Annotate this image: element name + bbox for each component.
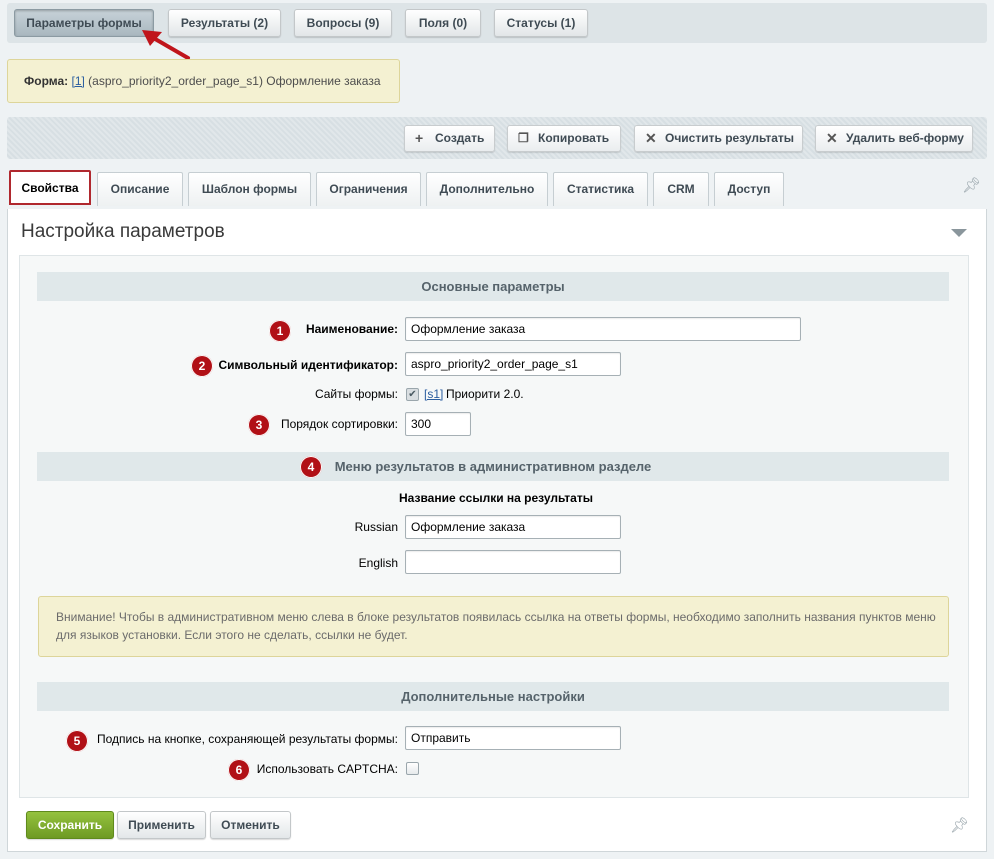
captcha-label: Использовать CAPTCHA: xyxy=(256,762,398,776)
sort-input[interactable] xyxy=(405,412,471,436)
marker-6: 6 xyxy=(228,759,250,781)
tab-form-template[interactable]: Шаблон формы xyxy=(188,172,311,206)
x-icon: ✕ xyxy=(645,130,657,146)
warning-line-2: для языков установки. Если этого не сдел… xyxy=(56,628,408,642)
panel-title: Настройка параметров xyxy=(21,221,225,242)
form-info-box: Форма: [1] (aspro_priority2_order_page_s… xyxy=(7,59,400,103)
tab-form-params[interactable]: Параметры формы xyxy=(14,9,154,37)
triangle-down-icon[interactable] xyxy=(951,229,967,237)
form-id-link[interactable]: [1] xyxy=(71,74,84,88)
marker-1: 1 xyxy=(269,320,291,342)
marker-2: 2 xyxy=(191,355,213,377)
warning-line-1: Внимание! Чтобы в административном меню … xyxy=(56,610,936,624)
captcha-checkbox[interactable] xyxy=(406,762,419,775)
sort-label: Порядок сортировки: xyxy=(280,417,398,431)
tab-fields[interactable]: Поля (0) xyxy=(405,9,481,37)
sites-label: Сайты формы: xyxy=(314,387,398,401)
pin-icon[interactable]: 📌︎ xyxy=(962,176,981,194)
tab-access[interactable]: Доступ xyxy=(714,172,784,206)
create-button[interactable]: + Создать xyxy=(404,125,495,152)
apply-button[interactable]: Применить xyxy=(117,811,206,839)
tab-description[interactable]: Описание xyxy=(97,172,183,206)
create-label: Создать xyxy=(435,131,485,145)
sid-label: Символьный идентификатор: xyxy=(218,358,398,372)
english-label: English xyxy=(358,556,398,570)
delete-form-button[interactable]: ✕ Удалить веб-форму xyxy=(815,125,973,152)
name-input[interactable] xyxy=(405,317,801,341)
plus-icon: + xyxy=(415,130,424,146)
button-caption-input[interactable] xyxy=(405,726,621,750)
section-main-params: Основные параметры xyxy=(37,272,949,301)
site-name: Приорити 2.0. xyxy=(446,387,524,401)
site-s1-checkbox[interactable]: ✔ xyxy=(406,388,419,401)
results-link-title: Название ссылки на результаты xyxy=(399,491,593,505)
sid-input[interactable] xyxy=(405,352,621,376)
copy-label: Копировать xyxy=(538,131,610,145)
button-caption-label: Подпись на кнопке, сохраняющей результат… xyxy=(97,732,398,746)
tab-questions[interactable]: Вопросы (9) xyxy=(294,9,392,37)
marker-5: 5 xyxy=(66,730,88,752)
section-extra-settings: Дополнительные настройки xyxy=(37,682,949,711)
copy-icon: ❐ xyxy=(518,131,529,145)
tab-additional[interactable]: Дополнительно xyxy=(426,172,548,206)
form-info-prefix: Форма: xyxy=(24,74,69,88)
clear-results-button[interactable]: ✕ Очистить результаты xyxy=(634,125,803,152)
x-icon: ✕ xyxy=(826,130,838,146)
cancel-button[interactable]: Отменить xyxy=(210,811,291,839)
tab-statuses[interactable]: Статусы (1) xyxy=(494,9,588,37)
warning-note: Внимание! Чтобы в административном меню … xyxy=(38,596,949,657)
marker-3: 3 xyxy=(248,414,270,436)
tab-restrictions[interactable]: Ограничения xyxy=(316,172,421,206)
tab-crm[interactable]: CRM xyxy=(653,172,709,206)
marker-4: 4 xyxy=(300,456,322,478)
clear-results-label: Очистить результаты xyxy=(665,131,794,145)
russian-link-input[interactable] xyxy=(405,515,621,539)
copy-button[interactable]: ❐ Копировать xyxy=(507,125,621,152)
delete-form-label: Удалить веб-форму xyxy=(846,131,964,145)
russian-label: Russian xyxy=(354,520,398,534)
save-button[interactable]: Сохранить xyxy=(26,811,114,839)
form-info-text: (aspro_priority2_order_page_s1) Оформлен… xyxy=(88,74,381,88)
tab-properties[interactable]: Свойства xyxy=(9,170,91,205)
site-s1-link[interactable]: [s1] xyxy=(424,387,443,401)
pin-icon[interactable]: 📌︎ xyxy=(950,816,969,834)
name-label: Наименование: xyxy=(305,322,398,336)
section-results-menu: Меню результатов в административном разд… xyxy=(37,452,949,481)
tab-statistics[interactable]: Статистика xyxy=(553,172,648,206)
english-link-input[interactable] xyxy=(405,550,621,574)
